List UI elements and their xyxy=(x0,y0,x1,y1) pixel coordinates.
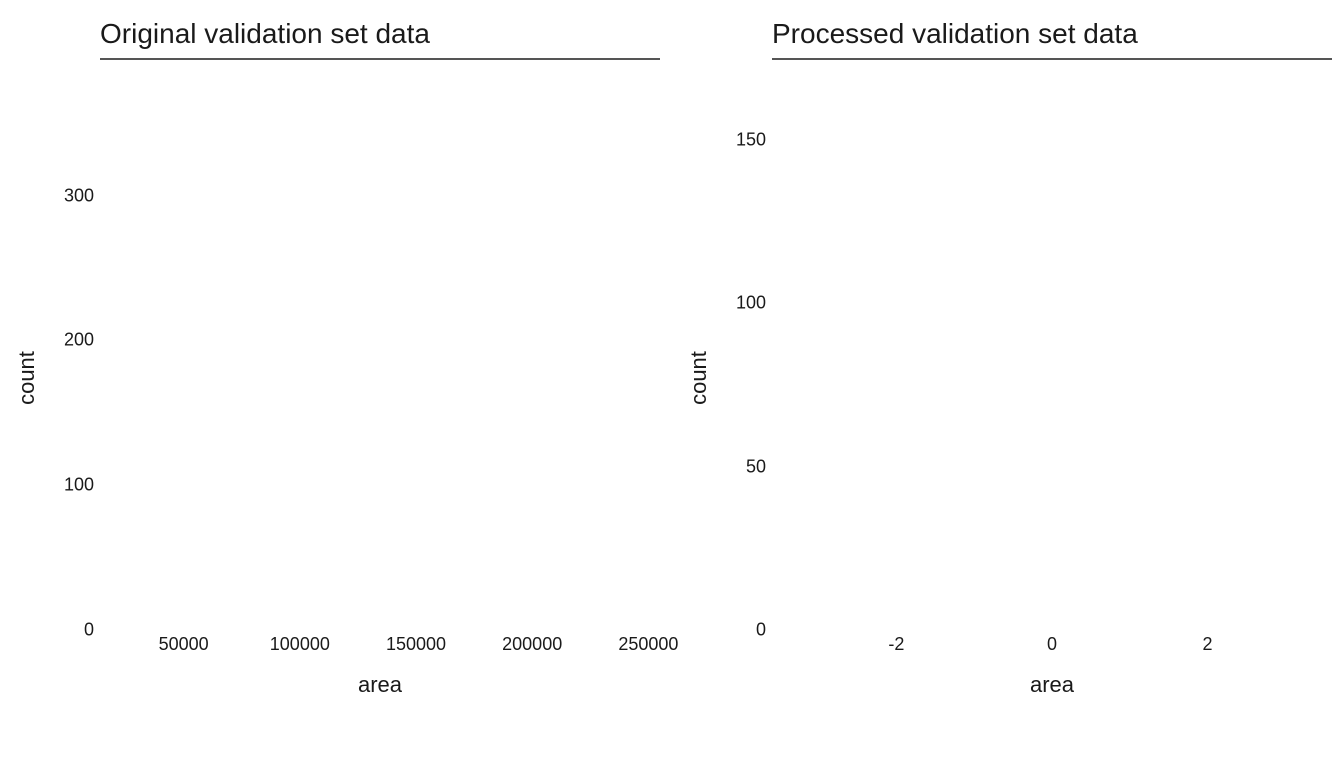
y-tick-label: 150 xyxy=(736,129,766,150)
plot-row: count 0 50 100 150 -2 0 2 area xyxy=(684,58,1332,698)
y-tick-label: 300 xyxy=(64,185,94,206)
x-tick-label: 100000 xyxy=(270,634,330,655)
grid-hline-minor xyxy=(101,58,659,59)
grid-hline xyxy=(773,58,1331,59)
grid-hline-minor xyxy=(101,58,659,59)
y-tick-label: 0 xyxy=(756,620,766,641)
y-tick-label: 200 xyxy=(64,330,94,351)
y-axis-label-text: count xyxy=(686,351,712,405)
x-tick-label: 50000 xyxy=(159,634,209,655)
grid-hline xyxy=(101,58,659,59)
x-tick-label: 200000 xyxy=(502,634,562,655)
grid-hline-minor xyxy=(773,58,1331,59)
y-axis-label: count xyxy=(684,58,714,698)
y-tick-label: 0 xyxy=(84,620,94,641)
y-tick-label: 100 xyxy=(64,475,94,496)
x-tick-label: 0 xyxy=(1047,634,1057,655)
grid-hline-minor xyxy=(101,58,659,59)
chart-title: Original validation set data xyxy=(100,18,660,50)
grid-hline xyxy=(101,58,659,59)
x-tick-label: 150000 xyxy=(386,634,446,655)
chart-right: Processed validation set data count 0 50 1… xyxy=(672,0,1344,768)
plot-column: 0100200300 50000100000150000200000250000… xyxy=(42,58,660,698)
grid-hline xyxy=(101,58,659,59)
y-axis-label: count xyxy=(12,58,42,698)
grid-hline-minor xyxy=(101,58,659,59)
y-tick-label: 100 xyxy=(736,293,766,314)
x-tick-label: 250000 xyxy=(618,634,678,655)
grid-hline-minor xyxy=(773,58,1331,59)
grid-hline xyxy=(773,58,1331,59)
plot-area xyxy=(100,58,660,60)
axis-container: 0100200300 xyxy=(42,58,660,630)
x-ticks: -2 0 2 xyxy=(772,630,1332,670)
x-axis-label: area xyxy=(772,670,1332,698)
y-axis-label-text: count xyxy=(14,351,40,405)
x-tick-label: 2 xyxy=(1203,634,1213,655)
y-ticks: 050100150 xyxy=(714,58,772,630)
axis-container: 050100150 xyxy=(714,58,1332,630)
x-tick-label: -2 xyxy=(888,634,904,655)
plot-row: count 0 100 200 300 50000 100000 150000 200000… xyxy=(12,58,660,698)
plot-column: 0 50 100 150 -2 0 2 area xyxy=(714,58,1332,698)
grid-hline-minor xyxy=(773,58,1331,59)
chart-title: Processed validation set data xyxy=(772,18,1332,50)
x-ticks: 50000100000150000200000250000 xyxy=(100,630,660,670)
x-axis-label: area xyxy=(100,670,660,698)
grid-hline xyxy=(773,58,1331,59)
y-ticks: 0100200300 xyxy=(42,58,100,630)
y-tick-label: 50 xyxy=(746,456,766,477)
plot-area xyxy=(772,58,1332,60)
chart-pair: Original validation set data count 0 100 2… xyxy=(0,0,1344,768)
grid-hline xyxy=(773,58,1331,59)
chart-left: Original validation set data count 0 100 2… xyxy=(0,0,672,768)
grid-hline xyxy=(101,58,659,59)
